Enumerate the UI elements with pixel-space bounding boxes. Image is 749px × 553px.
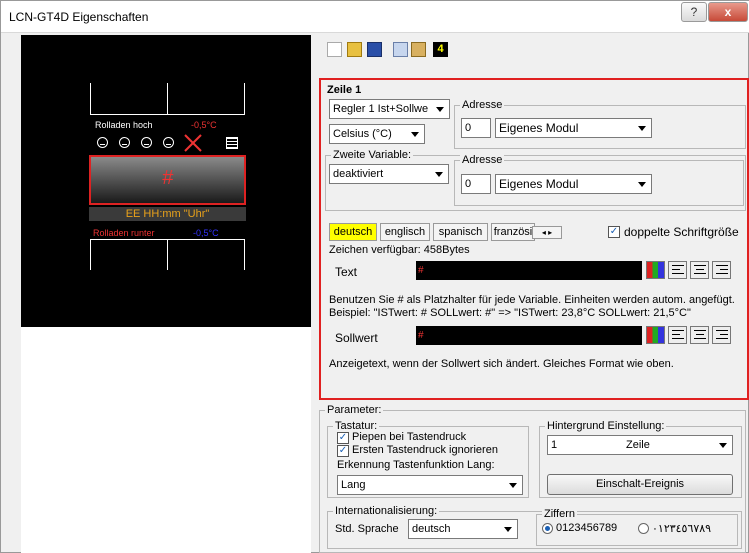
new-file-icon[interactable] — [327, 42, 342, 57]
ziffern-arabic-label: ٠١٢٣٤٥٦٧٨٩ — [652, 523, 712, 535]
parameter-label: Parameter: — [325, 404, 384, 416]
tab-englisch[interactable]: englisch — [380, 223, 430, 241]
properties-window: LCN-GT4D Eigenschaften ? x Rolladen hoch… — [0, 0, 749, 553]
chevron-down-icon — [436, 107, 444, 112]
hintergrund-select[interactable]: 1 Zeile — [547, 435, 733, 455]
piepen-checkbox[interactable]: ✓ — [337, 432, 349, 444]
grid-line — [90, 239, 91, 270]
hintergrund-select-value: Zeile — [626, 439, 650, 451]
paste-icon[interactable] — [411, 42, 426, 57]
preview-bottom-left-label: Rolladen runter — [93, 228, 155, 238]
bulb-icon — [119, 137, 130, 148]
ziffern-latin-radio[interactable] — [542, 523, 553, 534]
align-right-icon[interactable] — [712, 326, 731, 344]
double-font-checkbox[interactable]: ✓ — [608, 226, 620, 238]
chevron-down-icon — [638, 126, 646, 131]
text-input[interactable]: # — [416, 261, 642, 280]
ignore-first-label: Ersten Tastendruck ignorieren — [352, 444, 498, 456]
ziffern-arabic-radio[interactable] — [638, 523, 649, 534]
chevron-down-icon — [435, 172, 443, 177]
save-icon[interactable] — [367, 42, 382, 57]
adresse1-module-select[interactable]: Eigenes Modul — [495, 118, 652, 138]
double-font-label: doppelte Schriftgröße — [624, 225, 739, 239]
erkennung-label: Erkennung Tastenfunktion Lang: — [337, 459, 495, 471]
piepen-label: Piepen bei Tastendruck — [352, 431, 467, 443]
zweite-label: Zweite Variable: — [331, 149, 414, 161]
cross-icon — [184, 134, 202, 152]
line-editor-panel: Zeile 1 Regler 1 Ist+Sollwe Celsius (°C)… — [319, 78, 749, 400]
copy-icon[interactable] — [393, 42, 408, 57]
zweite-variable-select[interactable]: deaktiviert — [329, 164, 449, 184]
align-center-icon[interactable] — [690, 326, 709, 344]
bulb-icon — [141, 137, 152, 148]
list-icon — [226, 137, 238, 149]
preview-top-right-value: -0,5°C — [191, 120, 217, 130]
erkennung-select[interactable]: Lang — [337, 475, 523, 495]
open-folder-icon[interactable] — [347, 42, 362, 57]
color-picker-icon[interactable] — [646, 326, 665, 344]
preview-center-symbol: # — [161, 167, 174, 189]
grid-line — [167, 239, 168, 270]
grid-line — [90, 83, 91, 114]
chevron-down-icon — [504, 527, 512, 532]
einschalt-ereignis-button[interactable]: Einschalt-Ereignis — [547, 474, 733, 495]
chevron-down-icon — [719, 443, 727, 448]
align-center-icon[interactable] — [690, 261, 709, 279]
hintergrund-number: 1 — [551, 439, 558, 451]
bulb-icon — [163, 137, 174, 148]
grid-line — [167, 83, 168, 114]
display-4-icon[interactable]: 4 — [433, 42, 448, 57]
adresse2-module-select[interactable]: Eigenes Modul — [495, 174, 652, 194]
grid-line — [90, 114, 245, 115]
line-heading: Zeile 1 — [327, 84, 362, 96]
preview-bar-text: EE HH:mm "Uhr" — [89, 207, 246, 221]
preview-top-left-label: Rolladen hoch — [95, 120, 153, 130]
tab-deutsch[interactable]: deutsch — [329, 223, 377, 241]
regler-select[interactable]: Regler 1 Ist+Sollwe — [329, 99, 450, 119]
sollwert-input[interactable]: # — [416, 326, 642, 345]
std-sprache-select[interactable]: deutsch — [408, 519, 518, 539]
align-left-icon[interactable] — [668, 326, 687, 344]
hint-sollwert: Anzeigetext, wenn der Sollwert sich ände… — [329, 358, 674, 370]
title-bar: LCN-GT4D Eigenschaften ? x — [1, 1, 749, 33]
std-sprache-label: Std. Sprache — [335, 523, 399, 535]
unit-select[interactable]: Celsius (°C) — [329, 124, 425, 144]
color-picker-icon[interactable] — [646, 261, 665, 279]
ziffern-label: Ziffern — [542, 508, 577, 520]
adresse2-label: Adresse — [460, 154, 505, 166]
intl-label: Internationalisierung: — [333, 505, 440, 517]
tab-scroll-arrows[interactable]: ◂ ▸ — [532, 226, 562, 239]
left-empty-area — [21, 327, 311, 553]
tab-spanisch[interactable]: spanisch — [433, 223, 488, 241]
chevron-down-icon — [509, 483, 517, 488]
display-preview[interactable]: Rolladen hoch -0,5°C # EE HH:mm "Uhr" Ro… — [21, 35, 311, 327]
adresse2-input[interactable]: 0 — [461, 174, 491, 194]
hintergrund-label: Hintergrund Einstellung: — [545, 420, 667, 432]
help-button[interactable]: ? — [681, 2, 707, 22]
chars-available-label: Zeichen verfügbar: 458Bytes — [329, 244, 470, 256]
ziffern-latin-label: 0123456789 — [556, 522, 618, 534]
hint-example: Beispiel: "ISTwert: # SOLLwert: #" => "I… — [329, 307, 691, 319]
adresse1-input[interactable]: 0 — [461, 118, 491, 138]
preview-bottom-right-value: -0,5°C — [193, 228, 219, 238]
text-label: Text — [335, 265, 358, 279]
sollwert-label: Sollwert — [335, 331, 378, 345]
tab-franzoesisch[interactable]: französi — [491, 223, 535, 241]
align-left-icon[interactable] — [668, 261, 687, 279]
bulb-icon — [97, 137, 108, 148]
chevron-down-icon — [638, 182, 646, 187]
adresse1-label: Adresse — [460, 99, 505, 111]
window-title: LCN-GT4D Eigenschaften — [9, 10, 149, 24]
chevron-down-icon — [411, 132, 419, 137]
grid-line — [244, 83, 245, 114]
hint-placeholder: Benutzen Sie # als Platzhalter für jede … — [329, 294, 735, 306]
align-right-icon[interactable] — [712, 261, 731, 279]
close-button[interactable]: x — [708, 2, 748, 22]
preview-center-box: # — [89, 155, 246, 205]
ignore-first-checkbox[interactable]: ✓ — [337, 445, 349, 457]
grid-line — [244, 239, 245, 270]
